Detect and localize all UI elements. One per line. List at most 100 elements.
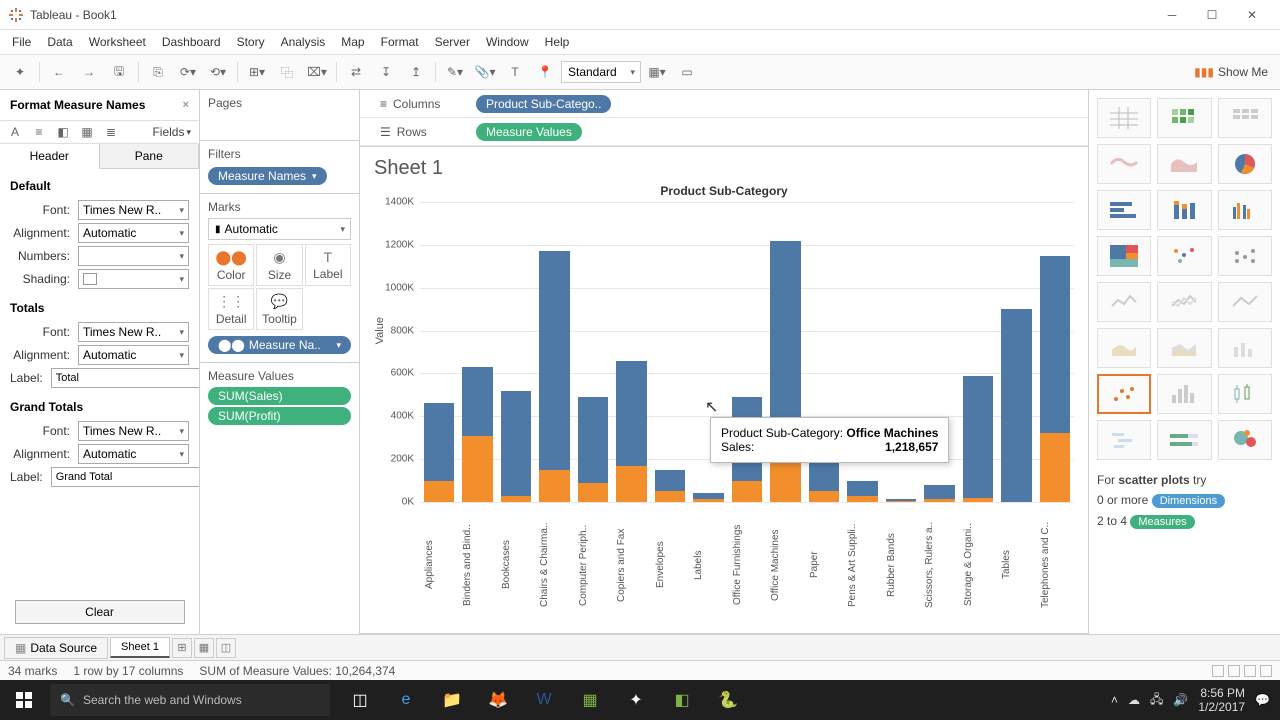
mv-pill-profit[interactable]: SUM(Profit) — [208, 407, 351, 425]
highlight-button[interactable]: ✎▾ — [441, 58, 469, 86]
sm-pie[interactable] — [1218, 144, 1272, 184]
save-button[interactable]: 🖫 — [105, 58, 133, 86]
bar[interactable] — [501, 202, 531, 502]
rows-pill[interactable]: Measure Values — [476, 123, 582, 141]
mark-label-button[interactable]: TLabel — [305, 244, 351, 286]
tab-pane[interactable]: Pane — [100, 144, 200, 168]
sm-treemap[interactable] — [1097, 236, 1151, 276]
group-button[interactable]: 📎▾ — [471, 58, 499, 86]
bar[interactable] — [462, 202, 492, 502]
sm-dual-line[interactable] — [1218, 282, 1272, 322]
close-button[interactable]: ✕ — [1232, 1, 1272, 29]
mark-type-select[interactable]: ▮Automatic — [208, 218, 351, 240]
mark-tooltip-button[interactable]: 💬Tooltip — [256, 288, 302, 330]
bar[interactable] — [963, 202, 993, 502]
sm-line-cont[interactable] — [1097, 282, 1151, 322]
sheet-title[interactable]: Sheet 1 — [374, 157, 1074, 180]
sm-hbar[interactable] — [1097, 190, 1151, 230]
start-button[interactable] — [0, 680, 48, 720]
bar[interactable] — [1001, 202, 1031, 502]
maximize-button[interactable]: ☐ — [1192, 1, 1232, 29]
sm-dual-combo[interactable] — [1218, 328, 1272, 368]
bar[interactable] — [424, 202, 454, 502]
tray-onedrive-icon[interactable]: ☁ — [1128, 693, 1140, 707]
format-pane-close[interactable]: × — [183, 99, 189, 111]
sort-asc-button[interactable]: ↧ — [372, 58, 400, 86]
default-alignment-select[interactable]: Automatic — [78, 223, 189, 243]
sm-filled-map[interactable] — [1157, 144, 1211, 184]
bar[interactable] — [539, 202, 569, 502]
menu-dashboard[interactable]: Dashboard — [154, 32, 229, 52]
sm-gantt[interactable] — [1097, 420, 1151, 460]
cards-button[interactable]: ▦▾ — [643, 58, 671, 86]
shading-icon[interactable]: ◧ — [56, 125, 70, 139]
mark-color-button[interactable]: ⬤⬤Color — [208, 244, 254, 286]
labels-button[interactable]: T — [501, 58, 529, 86]
filter-pill-measure-names[interactable]: Measure Names▾ — [208, 167, 327, 185]
minimize-button[interactable]: ─ — [1152, 1, 1192, 29]
explorer-icon[interactable]: 📁 — [430, 680, 474, 720]
tray-volume-icon[interactable]: 🔊 — [1173, 693, 1188, 707]
refresh-button[interactable]: ⟲▾ — [204, 58, 232, 86]
redo-button[interactable]: → — [75, 58, 103, 86]
sm-stacked-bar[interactable] — [1157, 190, 1211, 230]
bar[interactable] — [1040, 202, 1070, 502]
mark-size-button[interactable]: ◉Size — [256, 244, 302, 286]
tab-data-source[interactable]: ▦Data Source — [4, 637, 108, 659]
tab-header[interactable]: Header — [0, 144, 100, 169]
sm-area-cont[interactable] — [1097, 328, 1151, 368]
edge-icon[interactable]: e — [384, 680, 428, 720]
totals-font-select[interactable]: Times New R.. — [78, 322, 189, 342]
taskbar-search[interactable]: 🔍Search the web and Windows — [50, 684, 330, 716]
swap-button[interactable]: ⇄ — [342, 58, 370, 86]
firefox-icon[interactable]: 🦊 — [476, 680, 520, 720]
notifications-icon[interactable]: 💬 — [1255, 693, 1270, 707]
menu-help[interactable]: Help — [537, 32, 578, 52]
totals-alignment-select[interactable]: Automatic — [78, 345, 189, 365]
default-shading-select[interactable] — [78, 269, 189, 289]
font-icon[interactable]: A — [8, 125, 22, 139]
fields-dropdown[interactable]: Fields▾ — [152, 125, 191, 139]
grand-font-select[interactable]: Times New R.. — [78, 421, 189, 441]
align-icon[interactable]: ≡ — [32, 125, 46, 139]
menu-file[interactable]: File — [4, 32, 39, 52]
sm-bullet[interactable] — [1157, 420, 1211, 460]
fit-select[interactable]: Standard — [561, 61, 641, 83]
present-button[interactable]: ▭ — [673, 58, 701, 86]
start-icon[interactable]: ✦ — [6, 58, 34, 86]
tray-network-icon[interactable]: 🖧 — [1150, 690, 1163, 711]
duplicate-button[interactable]: ⿻ — [273, 58, 301, 86]
menu-server[interactable]: Server — [427, 32, 478, 52]
task-view-icon[interactable]: ◫ — [338, 680, 382, 720]
sm-text-table[interactable] — [1097, 98, 1151, 138]
bar[interactable] — [616, 202, 646, 502]
showme-button[interactable]: ▮▮▮ Show Me — [1188, 65, 1274, 79]
menu-story[interactable]: Story — [229, 32, 273, 52]
sort-desc-button[interactable]: ↥ — [402, 58, 430, 86]
default-numbers-select[interactable] — [78, 246, 189, 266]
menu-window[interactable]: Window — [478, 32, 537, 52]
view-icon-2[interactable] — [1228, 665, 1240, 677]
autoupdate-button[interactable]: ⟳▾ — [174, 58, 202, 86]
new-story-tab[interactable]: ◫ — [216, 638, 236, 658]
menu-worksheet[interactable]: Worksheet — [81, 32, 154, 52]
sm-side-by-side-bar[interactable] — [1218, 190, 1272, 230]
grand-label-input[interactable] — [51, 467, 199, 487]
columns-pill[interactable]: Product Sub-Catego.. — [476, 95, 611, 113]
menu-data[interactable]: Data — [39, 32, 80, 52]
view-icon-4[interactable] — [1260, 665, 1272, 677]
view-icon-1[interactable] — [1212, 665, 1224, 677]
sm-side-circle[interactable] — [1218, 236, 1272, 276]
lines-icon[interactable]: ≣ — [104, 125, 118, 139]
view-icon-3[interactable] — [1244, 665, 1256, 677]
mark-detail-button[interactable]: ⋮⋮Detail — [208, 288, 254, 330]
tray-up-icon[interactable]: ˄ — [1111, 693, 1118, 707]
borders-icon[interactable]: ▦ — [80, 125, 94, 139]
app-icon-2[interactable]: ◧ — [660, 680, 704, 720]
new-datasource-button[interactable]: ⎘ — [144, 58, 172, 86]
grand-alignment-select[interactable]: Automatic — [78, 444, 189, 464]
clear-format-button[interactable]: Clear — [15, 600, 185, 624]
word-icon[interactable]: W — [522, 680, 566, 720]
mv-pill-sales[interactable]: SUM(Sales) — [208, 387, 351, 405]
sm-symbol-map[interactable] — [1097, 144, 1151, 184]
